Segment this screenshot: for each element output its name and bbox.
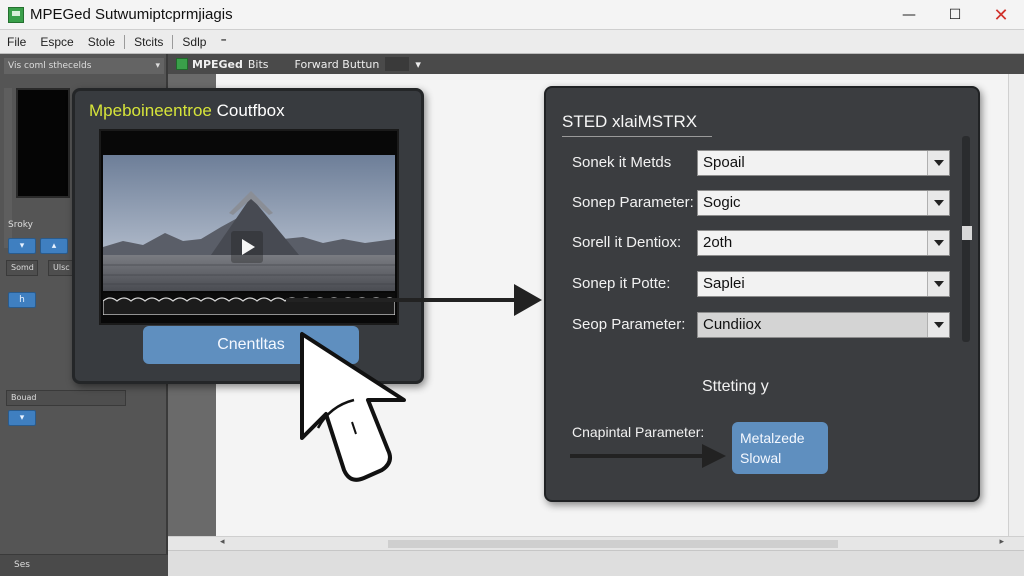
sidebar-footer-label: Ses [14, 560, 30, 570]
sidebar-field-somd[interactable]: Somd [6, 260, 38, 276]
capital-parameter-label: Cnapintal Parameter: [572, 424, 705, 440]
row-label-5: Seop Parameter: [572, 316, 686, 333]
sidebar-footer: Ses [0, 554, 168, 576]
chevron-down-icon[interactable]: ▾ [155, 58, 160, 74]
select-value: Sogic [703, 194, 741, 211]
apply-button-line2: Slowal [740, 450, 782, 466]
menu-espce[interactable]: Espce [33, 35, 80, 49]
select-value: 2oth [703, 234, 733, 251]
sidebar-header-label: Vis coml sthecelds [8, 61, 92, 71]
card-title-accent: Mpeboineentroe [89, 101, 212, 120]
close-button[interactable]: ✕ [978, 0, 1024, 30]
sidebar-down-button[interactable]: ▾ [8, 238, 36, 254]
select-row-1[interactable]: Spoail [697, 150, 950, 176]
menu-more-icon[interactable]: ⁼ [213, 35, 233, 49]
sidebar-field-bouad[interactable]: Bouad [6, 390, 126, 406]
select-row-4[interactable]: Saplei [697, 271, 950, 297]
chevron-down-icon[interactable] [927, 151, 949, 175]
status-bar [168, 550, 1024, 576]
panel-scroll-thumb[interactable] [962, 226, 972, 240]
apply-button[interactable]: Metalzede Slowal [732, 422, 828, 474]
play-icon[interactable] [231, 231, 263, 263]
row-label-1: Sonek it Metds [572, 154, 672, 171]
menu-file[interactable]: File [0, 35, 33, 49]
app-toolbar-icon [176, 58, 188, 70]
panel-title: STED xlaiMSTRX [562, 112, 698, 131]
chevron-down-icon[interactable] [927, 191, 949, 215]
select-value: Spoail [703, 154, 745, 171]
minimize-button[interactable]: — [886, 0, 932, 30]
panel-scrollbar[interactable] [962, 136, 972, 342]
toolbar-separator [385, 57, 410, 71]
video-preview-card: Mpeboineentroe Coutfbox Cnentltas [72, 88, 424, 384]
card-title-rest: Coutfbox [211, 101, 285, 120]
row-label-2: Sonep Parameter: [572, 194, 694, 211]
app-icon [8, 6, 24, 23]
sidebar-up-button[interactable]: ▴ [40, 238, 68, 254]
toolbar-bits-label[interactable]: Bits [248, 58, 269, 71]
card-title: Mpeboineentroe Coutfbox [89, 101, 285, 121]
menu-stole[interactable]: Stole [81, 35, 122, 49]
controls-button[interactable]: Cnentltas [143, 326, 359, 364]
toolbar-forward-button[interactable]: Forward Buttun [295, 58, 380, 71]
title-bar: MPEGed Sutwumiptcprmjiagis — ☐ ✕ [0, 0, 1024, 30]
settings-panel: STED xlaiMSTRX Sonek it Metds Spoail Son… [544, 86, 980, 502]
window-controls: — ☐ ✕ [886, 0, 1024, 30]
menu-stcits[interactable]: Stcits [127, 35, 170, 49]
select-value: Saplei [703, 275, 745, 292]
scroll-thumb[interactable] [388, 540, 838, 548]
vertical-scrollbar[interactable] [1008, 74, 1024, 536]
menu-sdlp[interactable]: Sdlp [175, 35, 213, 49]
sidebar-h-button[interactable]: h [8, 292, 36, 308]
sidebar-label-sroky: Sroky [8, 220, 33, 230]
sidebar-dropdown-button[interactable]: ▾ [8, 410, 36, 426]
menu-separator [124, 34, 126, 49]
row-label-4: Sonep it Potte: [572, 275, 671, 292]
setting-label: Stteting y [702, 378, 769, 395]
chevron-down-icon[interactable] [927, 231, 949, 255]
select-value: Cundiiox [703, 316, 762, 333]
toolbar-app-label[interactable]: MPEGed [192, 58, 243, 71]
panel-title-underline [562, 136, 712, 137]
chevron-down-icon[interactable] [927, 313, 949, 337]
chevron-down-icon[interactable] [927, 272, 949, 296]
horizontal-scrollbar[interactable]: ◂ ▸ [168, 536, 1024, 550]
row-label-3: Sorell it Dentiox: [572, 234, 682, 251]
select-row-2[interactable]: Sogic [697, 190, 950, 216]
maximize-button[interactable]: ☐ [932, 0, 978, 30]
apply-button-line1: Metalzede [740, 430, 805, 446]
scroll-left-icon[interactable]: ◂ [220, 537, 225, 547]
toolbar-dropdown-icon[interactable]: ▾ [415, 58, 421, 71]
video-player[interactable] [99, 129, 399, 325]
select-row-5[interactable]: Cundiiox [697, 312, 950, 338]
window-title: MPEGed Sutwumiptcprmjiagis [30, 6, 233, 23]
select-row-3[interactable]: 2oth [697, 230, 950, 256]
video-frame-image [103, 155, 395, 291]
menu-separator [172, 34, 174, 49]
sidebar-field-ulsc[interactable]: Ulsc [48, 260, 74, 276]
menu-bar: File Espce Stole Stcits Sdlp ⁼ [0, 30, 1024, 54]
secondary-toolbar: MPEGed Bits Forward Buttun ▾ [168, 54, 1024, 74]
video-timeline[interactable] [103, 293, 395, 315]
sidebar-header[interactable]: Vis coml sthecelds ▾ [4, 58, 164, 74]
scroll-right-icon[interactable]: ▸ [999, 537, 1004, 547]
sidebar-preview-thumbnail[interactable] [16, 88, 70, 198]
